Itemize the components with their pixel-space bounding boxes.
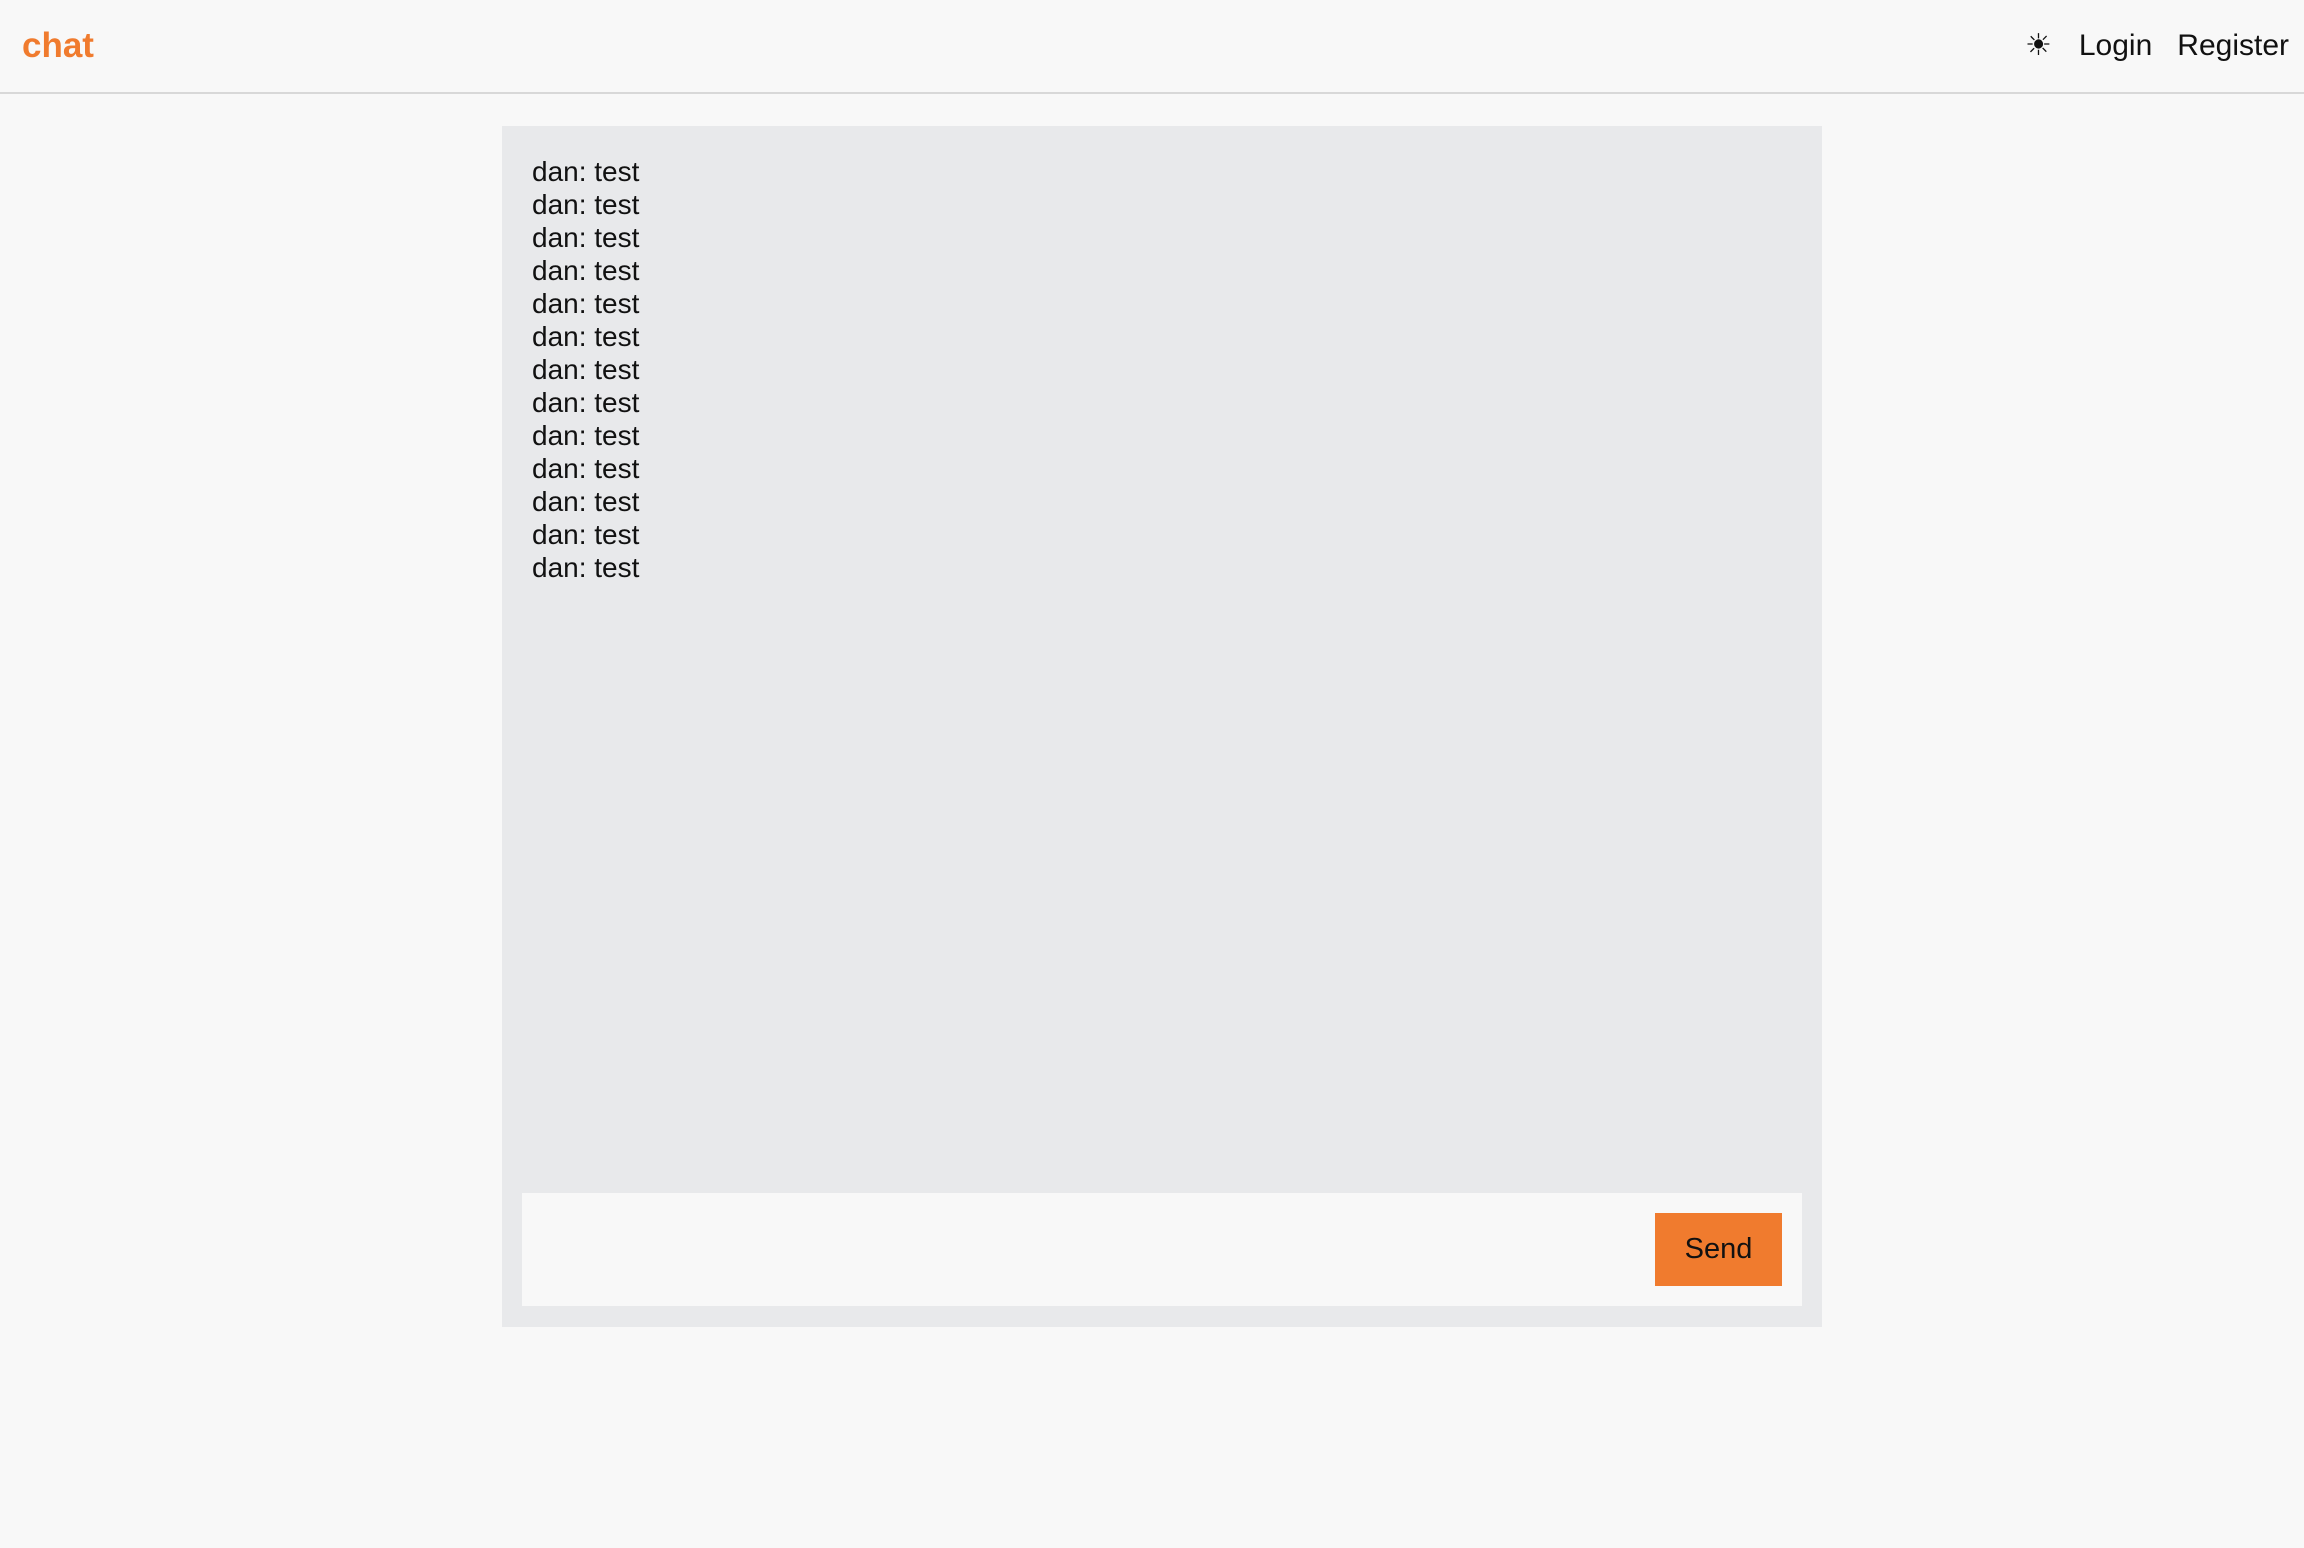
- message-item: dan: test: [532, 222, 640, 253]
- send-button[interactable]: Send: [1655, 1213, 1782, 1286]
- message-item: dan: test: [532, 486, 640, 517]
- message-item: dan: test: [532, 288, 640, 319]
- message-composer: Send: [522, 1193, 1802, 1306]
- message-input[interactable]: [522, 1193, 1642, 1306]
- message-item: dan: test: [532, 420, 640, 451]
- message-item: dan: test: [532, 354, 640, 385]
- sun-icon[interactable]: ☀: [2025, 22, 2052, 70]
- message-item: dan: test: [532, 552, 640, 583]
- message-item: dan: test: [532, 387, 640, 418]
- message-item: dan: test: [532, 189, 640, 220]
- message-item: dan: test: [532, 321, 640, 352]
- message-item: dan: test: [532, 453, 640, 484]
- message-list[interactable]: dan: test dan: test dan: test dan: test …: [532, 155, 1792, 1195]
- chat-panel: dan: test dan: test dan: test dan: test …: [502, 126, 1822, 1327]
- message-item: dan: test: [532, 519, 640, 550]
- top-navbar: chat ☀ Login Register: [0, 0, 2304, 94]
- nav-links: ☀ Login Register: [2025, 22, 2289, 70]
- register-link[interactable]: Register: [2177, 22, 2289, 70]
- message-item: dan: test: [532, 255, 640, 286]
- message-item: dan: test: [532, 156, 640, 187]
- login-link[interactable]: Login: [2079, 22, 2152, 70]
- brand-logo[interactable]: chat: [22, 22, 94, 70]
